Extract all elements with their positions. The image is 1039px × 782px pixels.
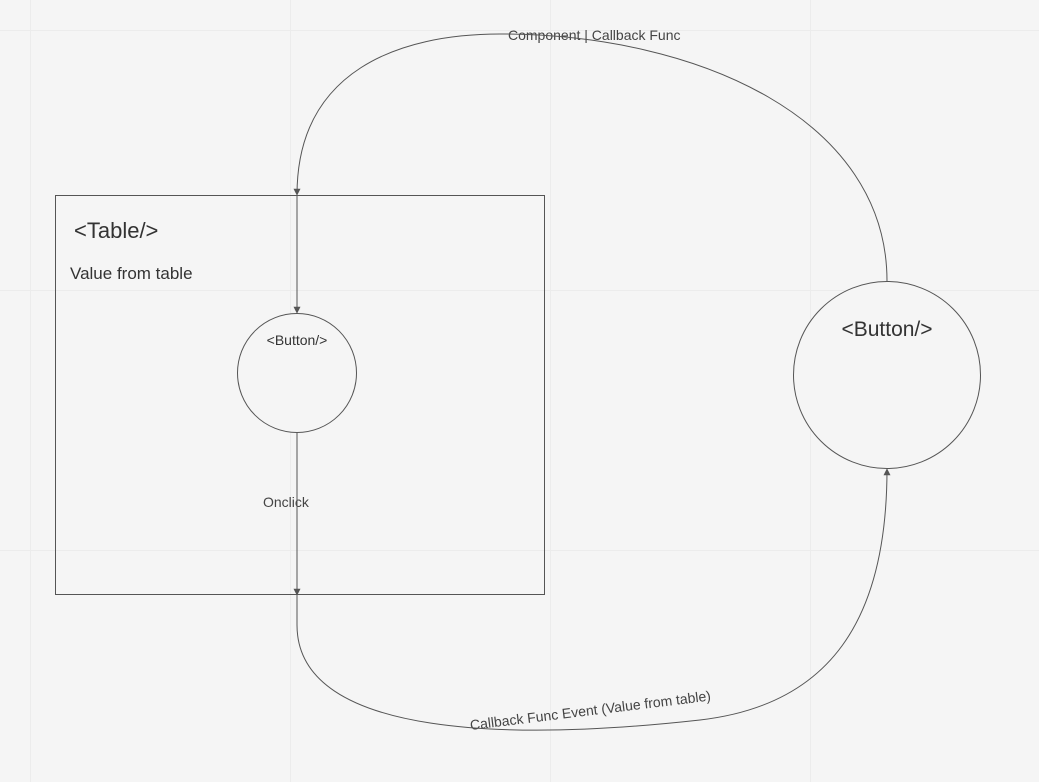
edge-label-callback-event: Callback Func Event (Value from table): [469, 688, 712, 733]
edge-label-callback-down: Component | Callback Func: [508, 27, 681, 43]
outer-button-label: <Button/>: [794, 318, 980, 342]
table-node-title: <Table/>: [74, 218, 158, 244]
diagram-canvas: <Table/> Value from table <Button/> <But…: [0, 0, 1039, 782]
edge-label-onclick: Onclick: [263, 494, 309, 510]
inner-button-node: <Button/>: [237, 313, 357, 433]
outer-button-node: <Button/>: [793, 281, 981, 469]
table-node-subtitle: Value from table: [70, 264, 193, 284]
inner-button-label: <Button/>: [238, 332, 356, 348]
